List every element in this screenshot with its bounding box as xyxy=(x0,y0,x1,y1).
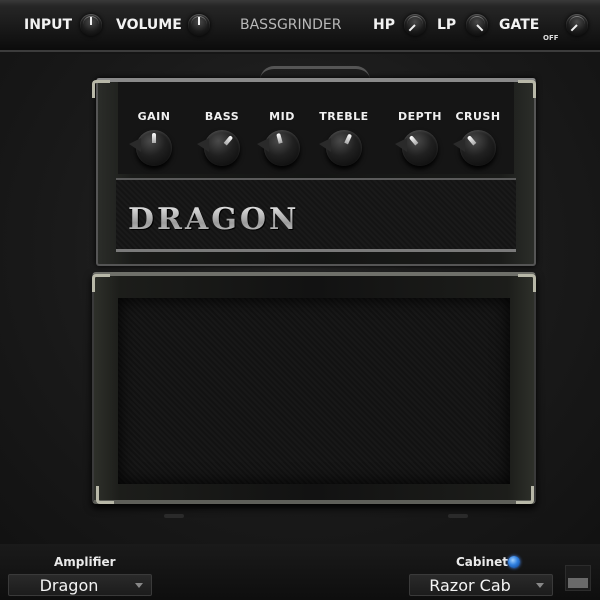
corner-protector xyxy=(518,80,536,98)
corner-protector xyxy=(516,486,534,504)
lp-knob[interactable] xyxy=(466,14,488,36)
amplifier-label: Amplifier xyxy=(54,555,116,569)
bass-label: BASS xyxy=(204,110,240,123)
knob-pointer xyxy=(198,17,200,25)
treble-label: TREBLE xyxy=(319,110,369,123)
knob-pointer xyxy=(570,24,578,32)
knob-pointer xyxy=(152,133,156,143)
bypass-switch[interactable] xyxy=(565,565,591,591)
speaker-cabinet xyxy=(92,272,536,504)
lp-label: LP xyxy=(437,17,457,33)
speaker-grill xyxy=(118,298,510,484)
volume-knob[interactable] xyxy=(188,14,210,36)
hp-label: HP xyxy=(373,17,395,33)
gate-label: GATE xyxy=(499,17,540,33)
amp-head: GAIN BASS MID TREBLE DEPTH CRUSH DRAGON xyxy=(96,78,536,266)
switch-indicator xyxy=(568,578,588,588)
plugin-brand: BASSGRINDER xyxy=(240,17,342,33)
gate-knob[interactable] xyxy=(566,14,588,36)
treble-knob[interactable] xyxy=(319,130,362,166)
knob-pointer xyxy=(408,135,419,146)
bass-control: BASS xyxy=(192,110,252,166)
crush-control: CRUSH xyxy=(448,110,508,166)
cabinet-toggle-led[interactable] xyxy=(508,556,520,568)
corner-protector xyxy=(96,486,114,504)
input-label: INPUT xyxy=(24,17,73,33)
knob-pointer xyxy=(344,133,353,145)
gate-state: OFF xyxy=(543,34,559,42)
mid-control: MID xyxy=(252,110,312,166)
corner-protector xyxy=(92,80,110,98)
depth-label: DEPTH xyxy=(398,110,442,123)
knob-pointer xyxy=(466,135,477,146)
cabinet-dropdown[interactable]: Razor Cab xyxy=(409,574,553,596)
chevron-down-icon xyxy=(536,583,544,588)
crush-label: CRUSH xyxy=(455,110,501,123)
amp-model-name: DRAGON xyxy=(128,202,300,237)
volume-label: VOLUME xyxy=(116,17,182,33)
cabinet-foot xyxy=(164,514,184,518)
input-knob[interactable] xyxy=(80,14,102,36)
amplifier-dropdown[interactable]: Dragon xyxy=(8,574,152,596)
chevron-down-icon xyxy=(135,583,143,588)
hp-knob[interactable] xyxy=(404,14,426,36)
treble-control: TREBLE xyxy=(314,110,374,166)
depth-control: DEPTH xyxy=(390,110,450,166)
gain-label: GAIN xyxy=(137,110,171,123)
bass-knob[interactable] xyxy=(197,130,240,166)
mid-knob[interactable] xyxy=(257,130,300,166)
gain-control: GAIN xyxy=(124,110,184,166)
amplifier-value: Dragon xyxy=(39,576,99,595)
knob-pointer xyxy=(223,135,234,146)
cabinet-label: Cabinet xyxy=(456,555,509,569)
depth-knob[interactable] xyxy=(395,130,438,166)
cabinet-value: Razor Cab xyxy=(429,576,511,595)
gain-knob[interactable] xyxy=(129,130,172,166)
knob-pointer xyxy=(476,24,484,32)
knob-pointer xyxy=(276,132,283,144)
corner-protector xyxy=(92,274,110,292)
amp-nameplate: DRAGON xyxy=(116,178,516,252)
knob-pointer xyxy=(408,24,416,32)
corner-protector xyxy=(518,274,536,292)
mid-label: MID xyxy=(269,110,295,123)
knob-pointer xyxy=(90,17,92,25)
cabinet-foot xyxy=(448,514,468,518)
top-bar: INPUT VOLUME BASSGRINDER HP LP GATE OFF xyxy=(0,0,600,52)
amp-control-panel: GAIN BASS MID TREBLE DEPTH CRUSH xyxy=(118,82,514,174)
crush-knob[interactable] xyxy=(453,130,496,166)
